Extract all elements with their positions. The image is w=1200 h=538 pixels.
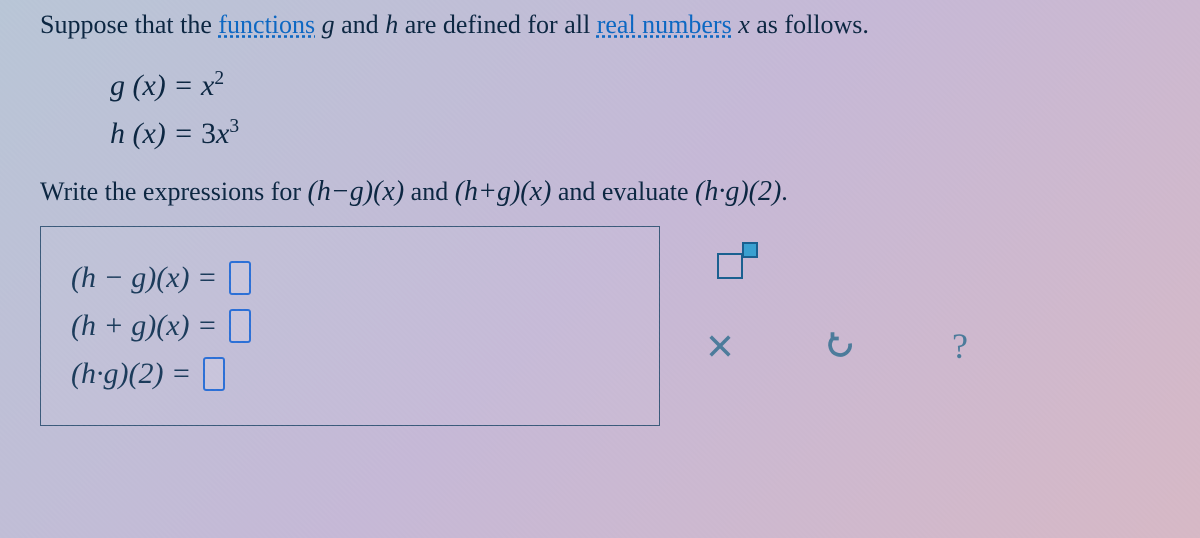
answer-row-hg2: (h·g)(2) = [71, 357, 629, 391]
label-hplusg: (h + g)(x) = [71, 309, 217, 343]
help-button[interactable]: ? [940, 326, 980, 366]
exponent-base-icon [717, 253, 743, 279]
answer-row-hplusg: (h + g)(x) = [71, 309, 629, 343]
h-lhs: h (x) [110, 117, 166, 150]
intro-t1: Suppose that the [40, 10, 218, 39]
task-e3: (h·g)(2) [695, 176, 781, 207]
intro-t4: are defined for all [398, 10, 597, 39]
task-e2: (h+g)(x) [455, 176, 552, 207]
tool-panel: ? [700, 236, 980, 366]
task-t3: and evaluate [551, 177, 695, 206]
label-hminusg: (h − g)(x) = [71, 261, 217, 295]
input-hplusg[interactable] [229, 309, 251, 343]
intro-x: x [738, 10, 750, 39]
task-e1: (h−g)(x) [308, 176, 405, 207]
problem-intro: Suppose that the functions g and h are d… [40, 10, 1160, 40]
undo-arrow-icon [825, 331, 855, 361]
input-hminusg[interactable] [229, 261, 251, 295]
input-hg2[interactable] [203, 357, 225, 391]
link-real-numbers[interactable]: real numbers [597, 10, 732, 39]
h-rhs-exp: 3 [229, 116, 239, 137]
def-g: g (x) = x2 [110, 62, 1160, 110]
question-mark-icon: ? [952, 325, 968, 367]
link-functions[interactable]: functions [218, 10, 315, 39]
eq1: = [166, 69, 201, 102]
intro-g: g [322, 10, 335, 39]
answer-box: (h − g)(x) = (h + g)(x) = (h·g)(2) = [40, 226, 660, 426]
function-definitions: g (x) = x2 h (x) = 3x3 [110, 62, 1160, 158]
g-rhs-base: x [201, 69, 214, 102]
task-t2: and [404, 177, 455, 206]
undo-button[interactable] [820, 326, 860, 366]
intro-t3: and [335, 10, 386, 39]
exponent-sup-icon [742, 242, 758, 258]
intro-t6: as follows. [750, 10, 869, 39]
task-t4: . [781, 177, 788, 206]
task-t1: Write the expressions for [40, 177, 308, 206]
answer-row-hminusg: (h − g)(x) = [71, 261, 629, 295]
label-hg2: (h·g)(2) = [71, 357, 191, 391]
def-h: h (x) = 3x3 [110, 110, 1160, 158]
intro-h: h [385, 10, 398, 39]
x-icon [706, 332, 734, 360]
task-line: Write the expressions for (h−g)(x) and (… [40, 176, 1160, 208]
clear-button[interactable] [700, 326, 740, 366]
exponent-button[interactable] [700, 236, 760, 296]
h-rhs-base: x [216, 117, 229, 150]
g-lhs: g (x) [110, 69, 166, 102]
g-rhs-exp: 2 [214, 68, 224, 89]
eq2: = [166, 117, 201, 150]
h-coef: 3 [201, 117, 216, 150]
